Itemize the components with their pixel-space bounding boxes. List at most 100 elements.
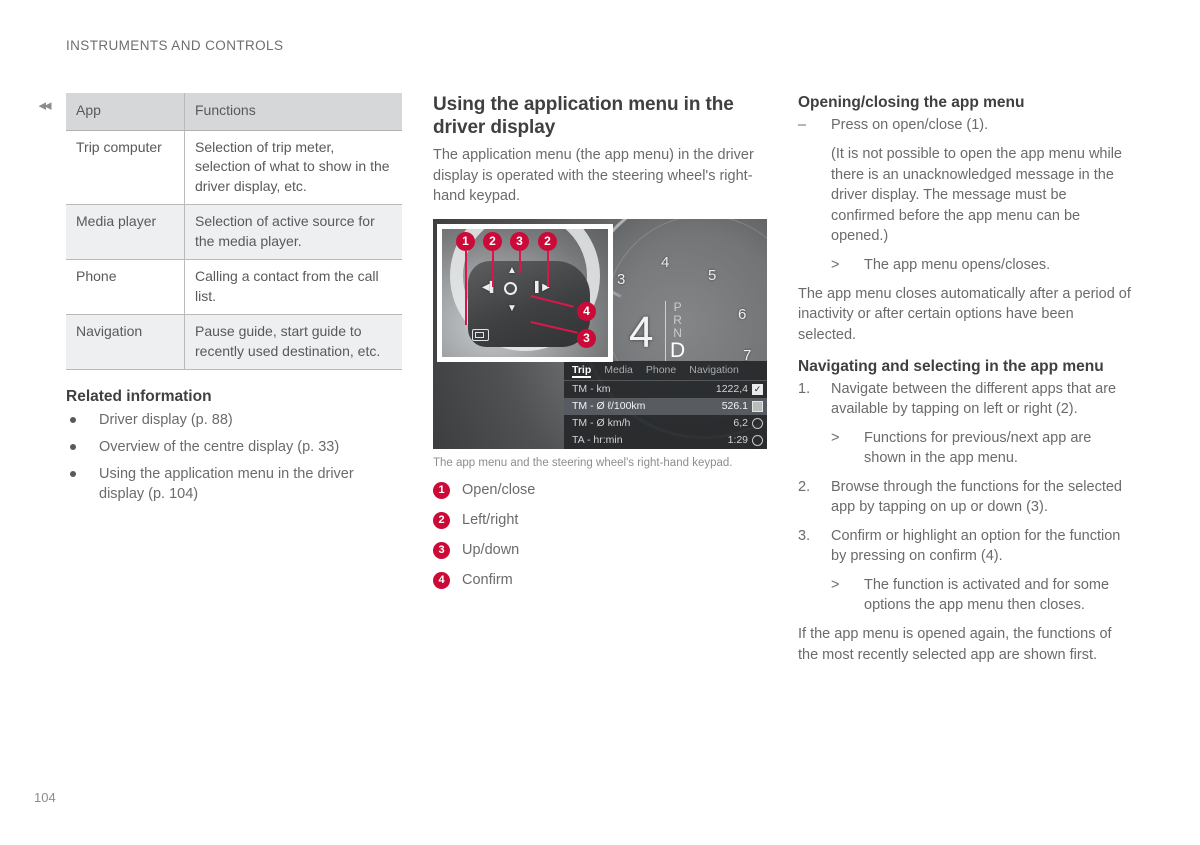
left-column: App Functions Trip computer Selection of… — [66, 93, 402, 511]
previous-page-arrow-icon[interactable]: ◂◂ — [34, 97, 54, 113]
table-row: Media player Selection of active source … — [66, 204, 402, 260]
open-close-note: (It is not possible to open the app menu… — [831, 146, 1122, 244]
nav-step-1-result: > Functions for previous/next app are sh… — [831, 428, 1134, 468]
nav-step-1: 1. Navigate between the different apps t… — [798, 379, 1134, 419]
list-item[interactable]: Using the application menu in the driver… — [66, 464, 402, 504]
legend-item: 2 Left/right — [433, 511, 769, 530]
tab-trip[interactable]: Trip — [572, 364, 592, 378]
tab-phone[interactable]: Phone — [646, 364, 676, 378]
related-link-label: Using the application menu in the driver… — [99, 466, 354, 502]
step-text-2: Browse through the functions for the sel… — [831, 479, 1122, 515]
gauge-tick-5: 5 — [708, 266, 717, 284]
gear-number: 4 — [629, 307, 654, 357]
nav-step-3-result: > The function is activated and for some… — [831, 575, 1134, 615]
prnd-r: R — [673, 312, 682, 327]
app-menu-row[interactable]: TM - km 1222,4 ✓ — [564, 381, 767, 398]
table-cell-functions: Pause guide, start guide to recently use… — [184, 314, 402, 370]
tab-navigation[interactable]: Navigation — [689, 364, 739, 378]
running-header: INSTRUMENTS AND CONTROLS — [66, 38, 284, 53]
legend-badge-3: 3 — [433, 541, 450, 559]
open-close-step: – Press on open/close (1). — [798, 115, 1134, 135]
legend-label-1: Open/close — [462, 481, 536, 498]
app-menu-row-label: TM - Ø ℓ/100km — [572, 400, 646, 412]
legend-badge-4: 4 — [433, 571, 450, 589]
leader-line-2b — [547, 250, 549, 287]
leader-line-1 — [465, 250, 467, 325]
prnd-indicator: P R N D — [665, 299, 685, 362]
up-button-icon[interactable]: ▲ — [507, 265, 517, 276]
result-text: Functions for previous/next app are show… — [864, 430, 1092, 466]
leader-line-2a — [492, 250, 494, 287]
app-menu-row[interactable]: TM - Ø km/h 6,2 — [564, 415, 767, 432]
app-menu-row-label: TA - hr:min — [572, 434, 623, 446]
callout-badge-2-left: 2 — [483, 231, 502, 251]
page-number: 104 — [34, 790, 56, 805]
callout-badge-3-up: 3 — [510, 231, 529, 251]
step-marker-2: 2. — [798, 479, 811, 495]
list-item[interactable]: Overview of the centre display (p. 33) — [66, 437, 402, 457]
table-header-app: App — [66, 93, 185, 131]
middle-column: Using the application menu in the driver… — [433, 93, 769, 601]
legend-item: 4 Confirm — [433, 571, 769, 590]
bullet-icon — [70, 444, 76, 450]
related-information-list: Driver display (p. 88) Overview of the c… — [66, 410, 402, 504]
result-text: The app menu opens/closes. — [864, 256, 1051, 273]
app-menu-row-value: 6,2 — [733, 417, 748, 429]
table-row: Navigation Pause guide, start guide to r… — [66, 314, 402, 370]
gauge-tick-6: 6 — [738, 305, 747, 323]
nav-step-2: 2. Browse through the functions for the … — [798, 477, 1134, 517]
table-header-row: App Functions — [66, 93, 402, 131]
callout-badge-4: 4 — [577, 301, 596, 321]
tab-media[interactable]: Media — [604, 364, 633, 378]
closing-paragraph: If the app menu is opened again, the fun… — [798, 626, 1112, 663]
gauge-tick-3: 3 — [617, 270, 626, 288]
checkbox-checked-icon[interactable]: ✓ — [752, 383, 763, 395]
section-intro-paragraph: The application menu (the app menu) in t… — [433, 147, 754, 204]
result-marker: > — [831, 430, 840, 446]
app-menu-row-label: TM - km — [572, 383, 611, 395]
legend-badge-2: 2 — [433, 511, 450, 529]
step-marker-1: 1. — [798, 381, 811, 397]
app-menu-row[interactable]: TA - hr:min 1:29 — [564, 432, 767, 449]
radio-button-icon[interactable] — [752, 434, 763, 446]
list-item[interactable]: Driver display (p. 88) — [66, 410, 402, 430]
illustration-legend: 1 Open/close 2 Left/right 3 Up/down 4 Co… — [433, 481, 769, 590]
app-menu-tabs: Trip Media Phone Navigation — [564, 361, 767, 381]
callout-badge-1: 1 — [456, 231, 475, 251]
related-information-heading: Related information — [66, 388, 212, 405]
app-menu-row[interactable]: TM - Ø ℓ/100km 526.1 — [564, 397, 767, 415]
app-menu-row-value: 1222,4 — [715, 383, 748, 395]
confirm-button-icon[interactable] — [504, 281, 517, 295]
nav-step-3: 3. Confirm or highlight an option for th… — [798, 526, 1134, 566]
illustration-caption: The app menu and the steering wheel's ri… — [433, 456, 733, 469]
navigating-heading: Navigating and selecting in the app menu — [798, 358, 1104, 375]
related-link-label: Driver display (p. 88) — [99, 412, 233, 428]
step-text: Press on open/close (1). — [831, 117, 989, 133]
step-marker-3: 3. — [798, 528, 811, 544]
legend-badge-1: 1 — [433, 481, 450, 499]
bullet-icon — [70, 417, 76, 423]
step-text-3: Confirm or highlight an option for the f… — [831, 528, 1121, 564]
callout-badge-3-down: 3 — [577, 328, 596, 348]
result-marker: > — [831, 256, 840, 273]
checkbox-empty-icon[interactable] — [752, 400, 763, 412]
table-cell-app: Phone — [66, 259, 185, 315]
auto-close-paragraph: The app menu closes automatically after … — [798, 285, 1131, 343]
app-functions-table: App Functions Trip computer Selection of… — [66, 93, 402, 370]
legend-item: 1 Open/close — [433, 481, 769, 500]
table-cell-functions: Selection of active source for the media… — [184, 204, 402, 260]
app-menu-row-label: TM - Ø km/h — [572, 417, 631, 429]
table-cell-app: Media player — [66, 204, 185, 260]
gauge-tick-4: 4 — [661, 253, 670, 271]
table-cell-app: Trip computer — [66, 130, 185, 205]
table-row: Trip computer Selection of trip meter, s… — [66, 130, 402, 205]
left-button-icon[interactable]: ◀▌ — [482, 282, 497, 293]
app-menu-overlay: Trip Media Phone Navigation TM - km 1222… — [564, 360, 767, 449]
legend-item: 3 Up/down — [433, 541, 769, 560]
down-button-icon[interactable]: ▼ — [507, 303, 517, 314]
result-marker: > — [831, 577, 840, 593]
radio-button-icon[interactable] — [752, 417, 763, 429]
open-close-button-icon[interactable] — [472, 328, 489, 341]
step-marker-dash: – — [798, 117, 807, 133]
prnd-p: P — [673, 299, 682, 314]
